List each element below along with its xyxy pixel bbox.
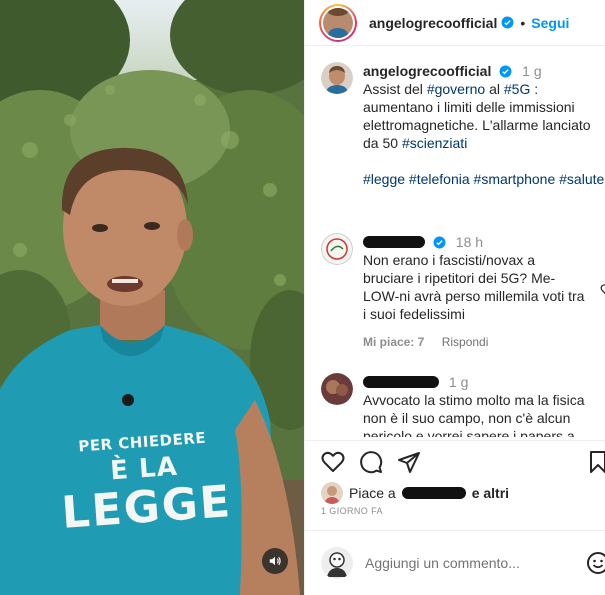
comment-likes[interactable]: Mi piace: 7 [363,335,424,349]
likes-summary[interactable]: Piace a e altri [321,482,509,504]
comment-text-3: LOW-ni avrà perso millemila voti tra [363,288,585,304]
caption-time: 1 g [522,63,542,79]
comments-list[interactable]: angelogrecoofficial 1 g Assist del #gove… [305,47,605,437]
caption-username[interactable]: angelogrecoofficial [363,63,491,79]
comment-text-3: pericolo e vorrei sapere i papers a [363,428,575,437]
post-header: angelogrecoofficial • Segui [305,0,605,46]
comment-text-2: bruciare i ripetitori dei 5G? Me- [363,270,556,286]
heart-icon [321,451,345,472]
caption-line-4: da 50 #scienziati [363,135,468,151]
comment-input[interactable] [365,555,585,571]
caption-author-avatar[interactable] [321,62,353,94]
comment-text-2: non è il suo campo, non c'è alcun [363,410,571,426]
separator-dot: • [520,14,526,31]
comment-icon [360,450,383,473]
save-button[interactable] [588,450,605,474]
share-icon [398,451,420,473]
add-comment-bar [305,530,605,595]
shirt-slogan: PER CHIEDERE È LA LEGGE [37,428,253,539]
comment-text-1: Non erano i fascisti/novax a [363,252,535,268]
share-button[interactable] [397,450,421,474]
comment-item: 1 g Avvocato la stimo molto ma la fisica… [321,373,605,437]
comment-time: 18 h [455,234,484,250]
comment-reply-button[interactable]: Rispondi [442,335,489,349]
redacted-username [363,236,425,248]
comment-item: 18 h Non erano i fascisti/novax a brucia… [321,233,605,351]
comment-time: 1 g [448,374,469,390]
audio-toggle-button[interactable] [262,548,288,574]
redacted-username [363,376,439,388]
audio-icon [269,556,281,566]
follow-button[interactable]: Segui [531,15,569,31]
author-username[interactable]: angelogrecoofficial [369,15,497,31]
caption-line-1: Assist del #governo al #5G : [363,81,539,97]
comment-meta: Mi piace: 7 Rispondi [363,333,603,351]
action-bar [305,440,605,482]
post-panel: angelogrecoofficial • Segui angelogrecoo… [304,0,605,595]
hashtag-scienziati[interactable]: #scienziati [402,135,467,151]
post-video[interactable]: PER CHIEDERE È LA LEGGE [0,0,304,595]
caption-line-2: aumentano i limiti delle immissioni [363,99,575,115]
bookmark-icon [590,450,605,473]
hashtag-governo[interactable]: #governo [427,81,485,97]
comment-like-heart-icon[interactable] [600,283,605,297]
commenter-avatar[interactable] [321,233,353,265]
caption: angelogrecoofficial 1 g Assist del #gove… [321,62,605,188]
post-date: 1 GIORNO FA [321,506,383,516]
like-button[interactable] [321,450,345,474]
comment-text-1: Avvocato la stimo molto ma la fisica [363,392,585,408]
caption-line-3: elettromagnetiche. L'allarme lanciato [363,117,591,133]
verified-icon [499,65,512,78]
liker-avatar [321,482,343,504]
verified-icon [501,16,514,29]
comment-text-4: i suoi fedelissimi [363,306,465,322]
viewer-avatar [321,547,353,579]
comment-button[interactable] [359,450,383,474]
likes-prefix: Piace a [349,485,396,501]
author-avatar[interactable] [319,3,357,42]
likes-suffix[interactable]: e altri [472,485,509,501]
commenter-avatar[interactable] [321,373,353,405]
comment-body: 1 g Avvocato la stimo molto ma la fisica… [363,373,603,437]
hashtag-5g[interactable]: #5G [504,81,530,97]
comment-body: 18 h Non erano i fascisti/novax a brucia… [363,233,603,351]
redacted-liker [401,487,466,499]
caption-body: angelogrecoofficial 1 g Assist del #gove… [363,62,604,188]
emoji-icon[interactable] [586,551,605,575]
verified-icon [433,236,446,249]
caption-hashtags[interactable]: #legge #telefonia #smartphone #salute [363,170,604,188]
